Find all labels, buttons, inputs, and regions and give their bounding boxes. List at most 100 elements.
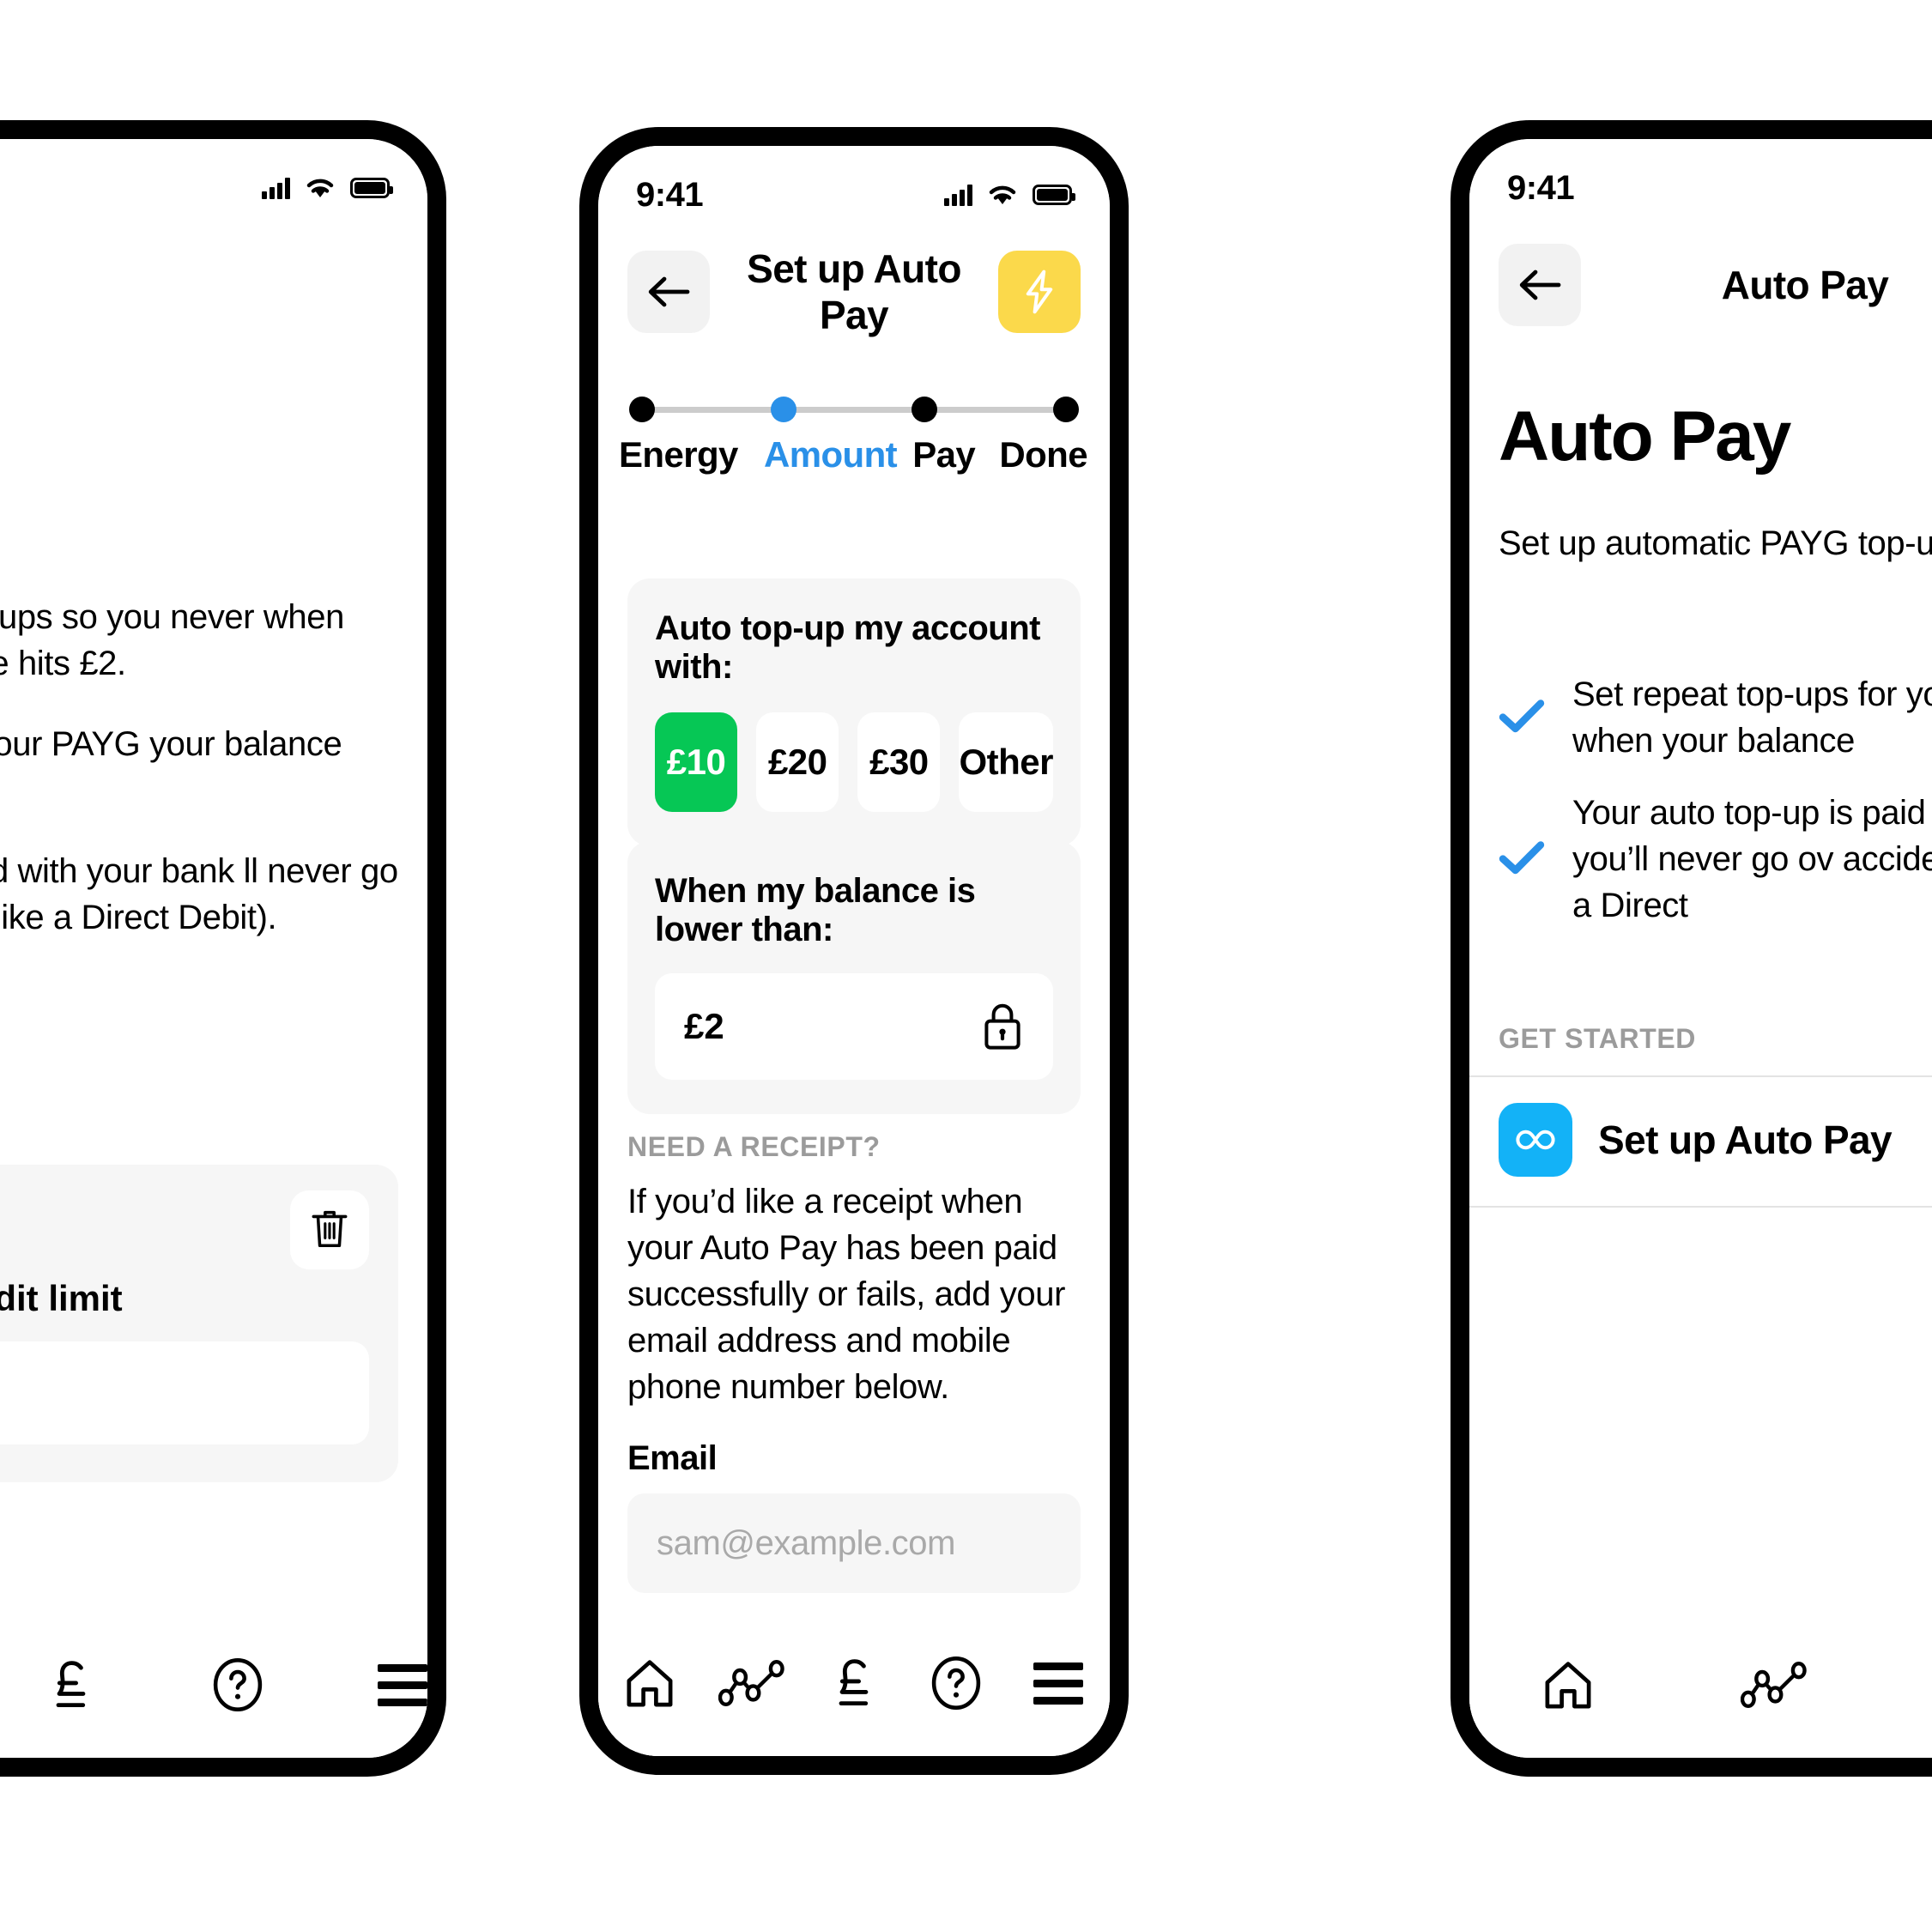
benefits-list: Set repeat top-ups for yo meter when you… — [1499, 671, 1932, 954]
check-icon — [1499, 839, 1545, 880]
back-button[interactable] — [1499, 244, 1581, 326]
get-started-label: GET STARTED — [1499, 1023, 1697, 1054]
delete-button[interactable] — [290, 1190, 369, 1269]
screen-left: 9:41 Auto Pay c PAYG top-ups so you neve… — [0, 139, 427, 1758]
tab-bar-right — [1469, 1612, 1932, 1758]
home-icon — [1545, 1662, 1591, 1709]
step-label-done[interactable]: Done — [999, 434, 1087, 475]
tab-more[interactable] — [1011, 1636, 1105, 1730]
status-time: 9:41 — [636, 175, 704, 214]
lightning-bolt-icon — [1026, 270, 1053, 314]
credit-limit-card: Credit limit £2.00 — [0, 1165, 398, 1482]
intro-paragraph-2: op-ups for your PAYG your balance reache… — [0, 725, 342, 763]
page-title: Auto Pay — [0, 262, 398, 308]
stepper-dots — [629, 397, 1079, 422]
amount-option-20[interactable]: £20 — [756, 712, 839, 812]
benefit-text: Your auto top-up is paid card, so you’ll… — [1572, 794, 1932, 924]
credit-limit-value[interactable]: £2.00 — [0, 1341, 369, 1444]
status-indicators — [944, 182, 1075, 208]
home-icon — [627, 1660, 673, 1707]
threshold-input[interactable]: £2 — [655, 973, 1053, 1080]
benefit-item: Your auto top-up is paid card, so you’ll… — [1499, 790, 1932, 929]
tab-payments[interactable] — [45, 1638, 98, 1732]
signal-icon — [944, 184, 972, 206]
get-started-section: GET STARTED Set up Auto Pay — [1469, 1023, 1932, 1208]
threshold-card: When my balance is lower than: £2 — [627, 841, 1081, 1114]
list-item-setup-auto-pay[interactable]: Set up Auto Pay — [1499, 1077, 1932, 1206]
divider-bottom — [1469, 1206, 1932, 1208]
screen-center: 9:41 Set up Auto Pay Energy Amount Pay D… — [598, 146, 1110, 1756]
hero-intro: Set up automatic PAYG top-u forget to to… — [1499, 524, 1932, 562]
signal-icon — [262, 177, 290, 199]
step-dot-done[interactable] — [1052, 397, 1079, 422]
page-title: Set up Auto Pay — [747, 246, 961, 337]
question-circle-icon — [931, 1656, 981, 1710]
tab-usage[interactable] — [1727, 1638, 1821, 1732]
intro-paragraph-1: c PAYG top-ups so you never when your ba… — [0, 598, 344, 682]
step-label-pay[interactable]: Pay — [912, 434, 976, 475]
back-button[interactable] — [627, 251, 710, 333]
amount-options: £10 £20 £30 Other — [655, 712, 1053, 812]
screen-right: 9:41 Auto Pay Auto Pay Set up automatic … — [1469, 139, 1932, 1758]
threshold-card-title: When my balance is lower than: — [655, 872, 976, 948]
step-dot-amount[interactable] — [770, 397, 796, 422]
battery-icon — [1033, 185, 1075, 205]
amount-option-other[interactable]: Other — [959, 712, 1053, 812]
trash-icon — [312, 1210, 348, 1248]
status-bar-center: 9:41 — [598, 165, 1110, 225]
amount-option-30[interactable]: £30 — [857, 712, 941, 812]
tab-more[interactable] — [378, 1638, 427, 1732]
threshold-value: £2 — [684, 1006, 724, 1046]
step-dot-energy[interactable] — [629, 397, 655, 422]
app-header-left: Auto Pay — [0, 240, 427, 330]
receipt-eyebrow: NEED A RECEIPT? — [627, 1131, 881, 1162]
benefit-item: Set repeat top-ups for yo meter when you… — [1499, 671, 1932, 764]
step-label-energy[interactable]: Energy — [619, 434, 738, 475]
check-icon — [1499, 698, 1545, 738]
status-bar-left: 9:41 — [0, 158, 427, 218]
quick-action-button[interactable] — [998, 251, 1081, 333]
email-input[interactable]: sam@example.com — [627, 1493, 1081, 1593]
tab-usage[interactable] — [705, 1636, 799, 1730]
list-item-label: Set up Auto Pay — [1598, 1117, 1893, 1162]
wifi-icon — [989, 185, 1016, 204]
email-label: Email — [627, 1439, 718, 1477]
step-dot-pay[interactable] — [911, 397, 938, 422]
usage-graph-icon — [718, 1659, 784, 1707]
status-time: 9:41 — [1507, 168, 1575, 207]
tab-help[interactable] — [209, 1638, 266, 1732]
tab-help[interactable] — [909, 1636, 1003, 1730]
phone-right: 9:41 Auto Pay Auto Pay Set up automatic … — [1451, 120, 1932, 1777]
tab-bar-left — [0, 1612, 427, 1758]
status-bar-right: 9:41 — [1469, 158, 1932, 218]
progress-stepper: Energy Amount Pay Done — [619, 395, 1088, 475]
intro-paragraph-3: op-up is paid with your bank ll never go… — [0, 852, 398, 936]
tab-home[interactable] — [1521, 1638, 1615, 1732]
hero-title: Auto Pay — [1499, 397, 1791, 475]
menu-icon — [378, 1663, 427, 1706]
arrow-left-icon — [648, 276, 690, 307]
app-header-center: Set up Auto Pay — [598, 246, 1110, 337]
pound-icon — [56, 1661, 86, 1708]
question-circle-icon — [213, 1658, 263, 1711]
menu-icon — [1033, 1662, 1084, 1705]
usage-graph-icon — [1741, 1661, 1807, 1709]
receipt-description: If you’d like a receipt when your Auto P… — [627, 1183, 1066, 1406]
tab-payments[interactable] — [807, 1636, 901, 1730]
stepper-labels: Energy Amount Pay Done — [619, 434, 1088, 475]
amount-card: Auto top-up my account with: £10 £20 £30… — [627, 578, 1081, 846]
infinity-icon — [1499, 1103, 1572, 1177]
tab-home[interactable] — [603, 1636, 697, 1730]
screenshot-canvas: 9:41 Auto Pay c PAYG top-ups so you neve… — [0, 0, 1932, 1932]
phone-center: 9:41 Set up Auto Pay Energy Amount Pay D… — [579, 127, 1129, 1775]
tab-bar-center — [598, 1610, 1110, 1756]
lock-icon — [984, 1003, 1021, 1050]
page-title: Auto Pay — [1721, 263, 1889, 307]
phone-left: 9:41 Auto Pay c PAYG top-ups so you neve… — [0, 120, 446, 1777]
stepper-track — [629, 395, 1079, 424]
benefit-text: Set repeat top-ups for yo meter when you… — [1572, 675, 1932, 760]
amount-option-10[interactable]: £10 — [655, 712, 738, 812]
step-label-amount[interactable]: Amount — [764, 434, 898, 475]
credit-limit-label: Credit limit — [0, 1278, 123, 1318]
pound-icon — [839, 1659, 869, 1706]
